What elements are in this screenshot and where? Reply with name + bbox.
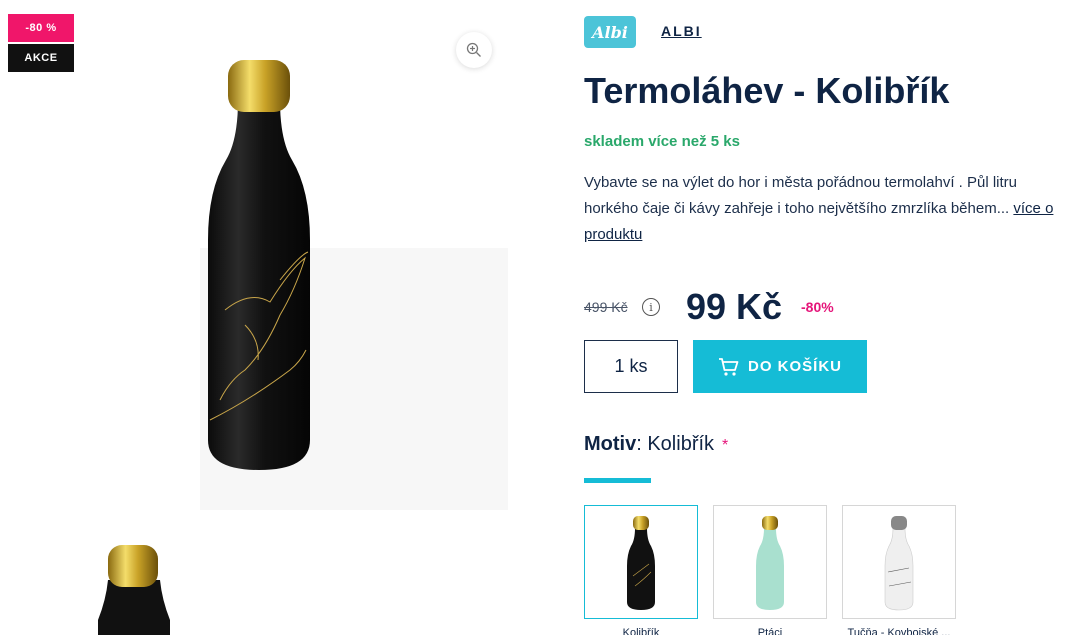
variant-separator: :: [636, 433, 642, 455]
zoom-button[interactable]: [456, 32, 492, 68]
variant-name: Kolibřík: [622, 627, 660, 635]
cart-icon: [718, 357, 739, 376]
gallery-thumbnail[interactable]: [88, 540, 178, 635]
zoom-in-icon: [466, 42, 481, 57]
add-to-cart-button[interactable]: DO KOŠÍKU: [693, 340, 867, 393]
quantity-input[interactable]: 1 ks: [584, 340, 678, 393]
variant-label: Motiv: [584, 433, 637, 455]
variant-heading: Motiv: Kolibřík *: [584, 433, 728, 456]
variant-name: Tučňa - Kovbojské ...: [847, 627, 951, 635]
variant-option-kolibrik[interactable]: [584, 505, 698, 619]
info-icon[interactable]: i: [642, 298, 660, 316]
variant-option-ptaci[interactable]: [713, 505, 827, 619]
description-line-3: produktu: [584, 222, 1082, 248]
add-to-cart-label: DO KOŠÍKU: [747, 358, 842, 375]
brand-logo[interactable]: Albi: [584, 16, 636, 48]
price-discount: -80%: [801, 299, 834, 315]
variant-image: [884, 516, 914, 611]
variant-underline: [584, 478, 651, 483]
variant-image: [627, 516, 655, 610]
discount-badge: -80 %: [8, 14, 74, 42]
more-about-product-link[interactable]: více o: [1013, 200, 1053, 217]
product-description: Vybavte se na výlet do hor i města pořád…: [584, 170, 1082, 248]
sale-badge: AKCE: [8, 44, 74, 72]
old-price: 499 Kč: [584, 299, 628, 315]
stock-status: skladem více než 5 ks: [584, 133, 740, 150]
brand-link[interactable]: ALBI: [661, 23, 702, 39]
description-line-1: Vybavte se na výlet do hor i města pořád…: [584, 174, 1018, 191]
description-text-2: horkého čaje či kávy zahřeje i toho nejv…: [584, 200, 1010, 217]
more-about-product-link-2[interactable]: produktu: [584, 226, 642, 243]
description-line-2: horkého čaje či kávy zahřeje i toho nejv…: [584, 196, 1082, 222]
current-price: 99 Kč: [686, 286, 783, 327]
variant-selected-value: Kolibřík: [647, 433, 715, 455]
product-image[interactable]: [150, 40, 530, 510]
product-title: Termoláhev - Kolibřík: [584, 70, 950, 111]
variant-image: [756, 516, 784, 610]
variant-option-tucna[interactable]: [842, 505, 956, 619]
variant-name: Ptáci: [757, 627, 783, 635]
required-mark: *: [722, 437, 729, 454]
